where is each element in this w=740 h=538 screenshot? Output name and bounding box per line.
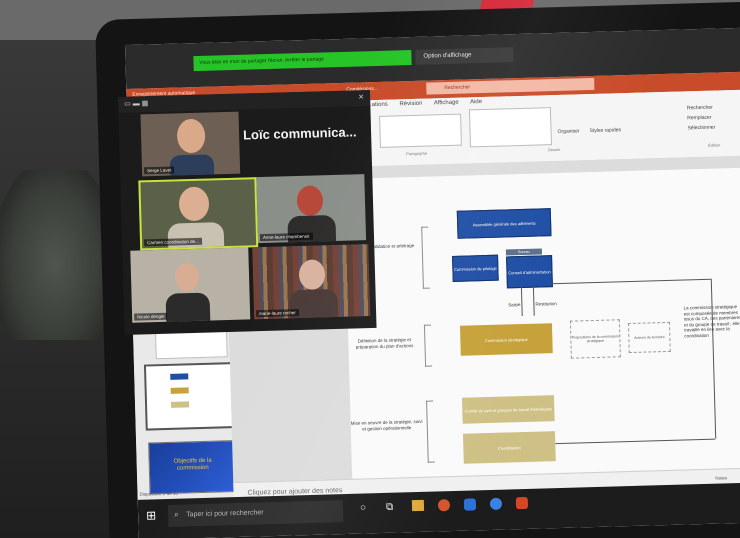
windows-start-icon[interactable]: ⊞ (146, 508, 160, 522)
connector (550, 278, 711, 285)
participant-tile-bottom-left[interactable]: Nicole dengle (130, 247, 251, 323)
replace-button[interactable]: Remplacer (687, 115, 711, 122)
participant-face (176, 118, 206, 154)
task-view-icon[interactable]: ⧉ (386, 502, 393, 513)
participant-face (296, 185, 324, 217)
row-label-implementation: Mise en oeuvre de la stratégie, suivi et… (350, 418, 423, 432)
row-brace (421, 226, 430, 289)
status-slide-count: Diapositive 2 de 10 (139, 490, 178, 497)
search-icon: ⌕ (173, 509, 179, 519)
participant-name: Nicole dengle (134, 312, 168, 321)
arrow-label-restitution: Restitution (535, 301, 557, 307)
thumb-mark (170, 401, 190, 408)
zoom-app-icon[interactable] (463, 498, 477, 511)
find-button[interactable]: Rechercher (687, 105, 713, 112)
participant-tile-mid-right[interactable]: Anne-laure chambenoit (256, 174, 367, 244)
paragraph-group-label: Paragraphe (406, 150, 428, 157)
powerpoint-app-icon[interactable] (515, 496, 529, 510)
box-general-assembly[interactable]: Assemblée générale des adhérents (456, 208, 552, 239)
close-icon[interactable]: ✕ (358, 93, 364, 101)
participant-face (178, 186, 210, 222)
box-coordination[interactable]: Coordination (462, 431, 556, 464)
box-board[interactable]: Conseil d'administration (506, 255, 553, 289)
editing-group-label: Édition (707, 142, 721, 148)
slide-thumbnail-3[interactable]: Objectifs de la commission (148, 440, 238, 495)
connector (710, 278, 717, 439)
quick-styles-button[interactable]: Styles rapides (590, 127, 622, 134)
slide-thumbnail-2[interactable] (143, 362, 238, 431)
photo: Vous êtes en train de partager l'écran. … (0, 0, 740, 538)
cortana-icon[interactable]: ○ (360, 502, 366, 513)
box-strategy-committee[interactable]: Commission stratégique (459, 323, 553, 356)
view-options-button[interactable]: Option d'affichage (415, 47, 514, 65)
box-bureau-tag: Bureau (505, 248, 543, 256)
organize-button[interactable]: Organiser (558, 128, 580, 135)
participant-tile-mid-left[interactable]: Carmen coordination de... (138, 177, 259, 251)
shapes-gallery[interactable] (468, 107, 552, 148)
paragraph-group[interactable] (379, 113, 462, 148)
layout-icon[interactable]: ▭ ▬ ▦ (124, 99, 148, 108)
arrow-label-seize: Saisie (508, 302, 521, 308)
thumb-mark (170, 387, 189, 394)
featured-participant-name: Loïc communica... (242, 124, 357, 143)
status-notes-button[interactable]: Notes (715, 475, 727, 480)
connector (555, 438, 716, 445)
box-steering-committee[interactable]: Commission de pilotage (452, 254, 499, 282)
thumb-mark (170, 373, 189, 380)
select-button[interactable]: Sélectionner (687, 125, 715, 132)
participant-tile-bottom-right[interactable]: marie-laure rocher (252, 244, 371, 320)
row-label-strategy: Définition de la stratégie et préparatio… (355, 337, 414, 350)
row-brace (426, 400, 435, 463)
participant-face (174, 262, 200, 292)
tab-help[interactable]: Aide (470, 99, 482, 105)
participant-name: Serge Lavet (143, 166, 175, 175)
row-brace (423, 324, 433, 367)
participant-name: Anne-laure chambenoit (259, 232, 313, 242)
box-monitoring-groups[interactable]: Comité de suivi et groupes de travail th… (461, 395, 555, 424)
participant-name: marie-laure rocher (256, 309, 299, 318)
box-proposals[interactable]: Propositions de la commission stratégiqu… (569, 319, 621, 359)
drawing-group-label: Dessin (548, 146, 561, 153)
tab-view[interactable]: Affichage (434, 100, 459, 107)
participant-body (167, 222, 225, 250)
participant-tile-top[interactable]: Serge Lavet (140, 111, 241, 177)
current-slide[interactable]: Décisions, validation et arbitrage Défin… (343, 167, 740, 479)
participant-body (165, 292, 211, 323)
tab-review[interactable]: Révision (399, 101, 422, 108)
plant-shadow (0, 170, 110, 340)
thumb-title: Objectifs de la commission (173, 457, 212, 472)
file-explorer-icon[interactable] (411, 499, 425, 512)
box-actors[interactable]: Acteurs du territoire (627, 321, 671, 354)
participant-body (169, 154, 215, 177)
zoom-gallery-window: ▭ ▬ ▦ ✕ Serge Lavet Loïc communica... Ca… (118, 89, 377, 335)
